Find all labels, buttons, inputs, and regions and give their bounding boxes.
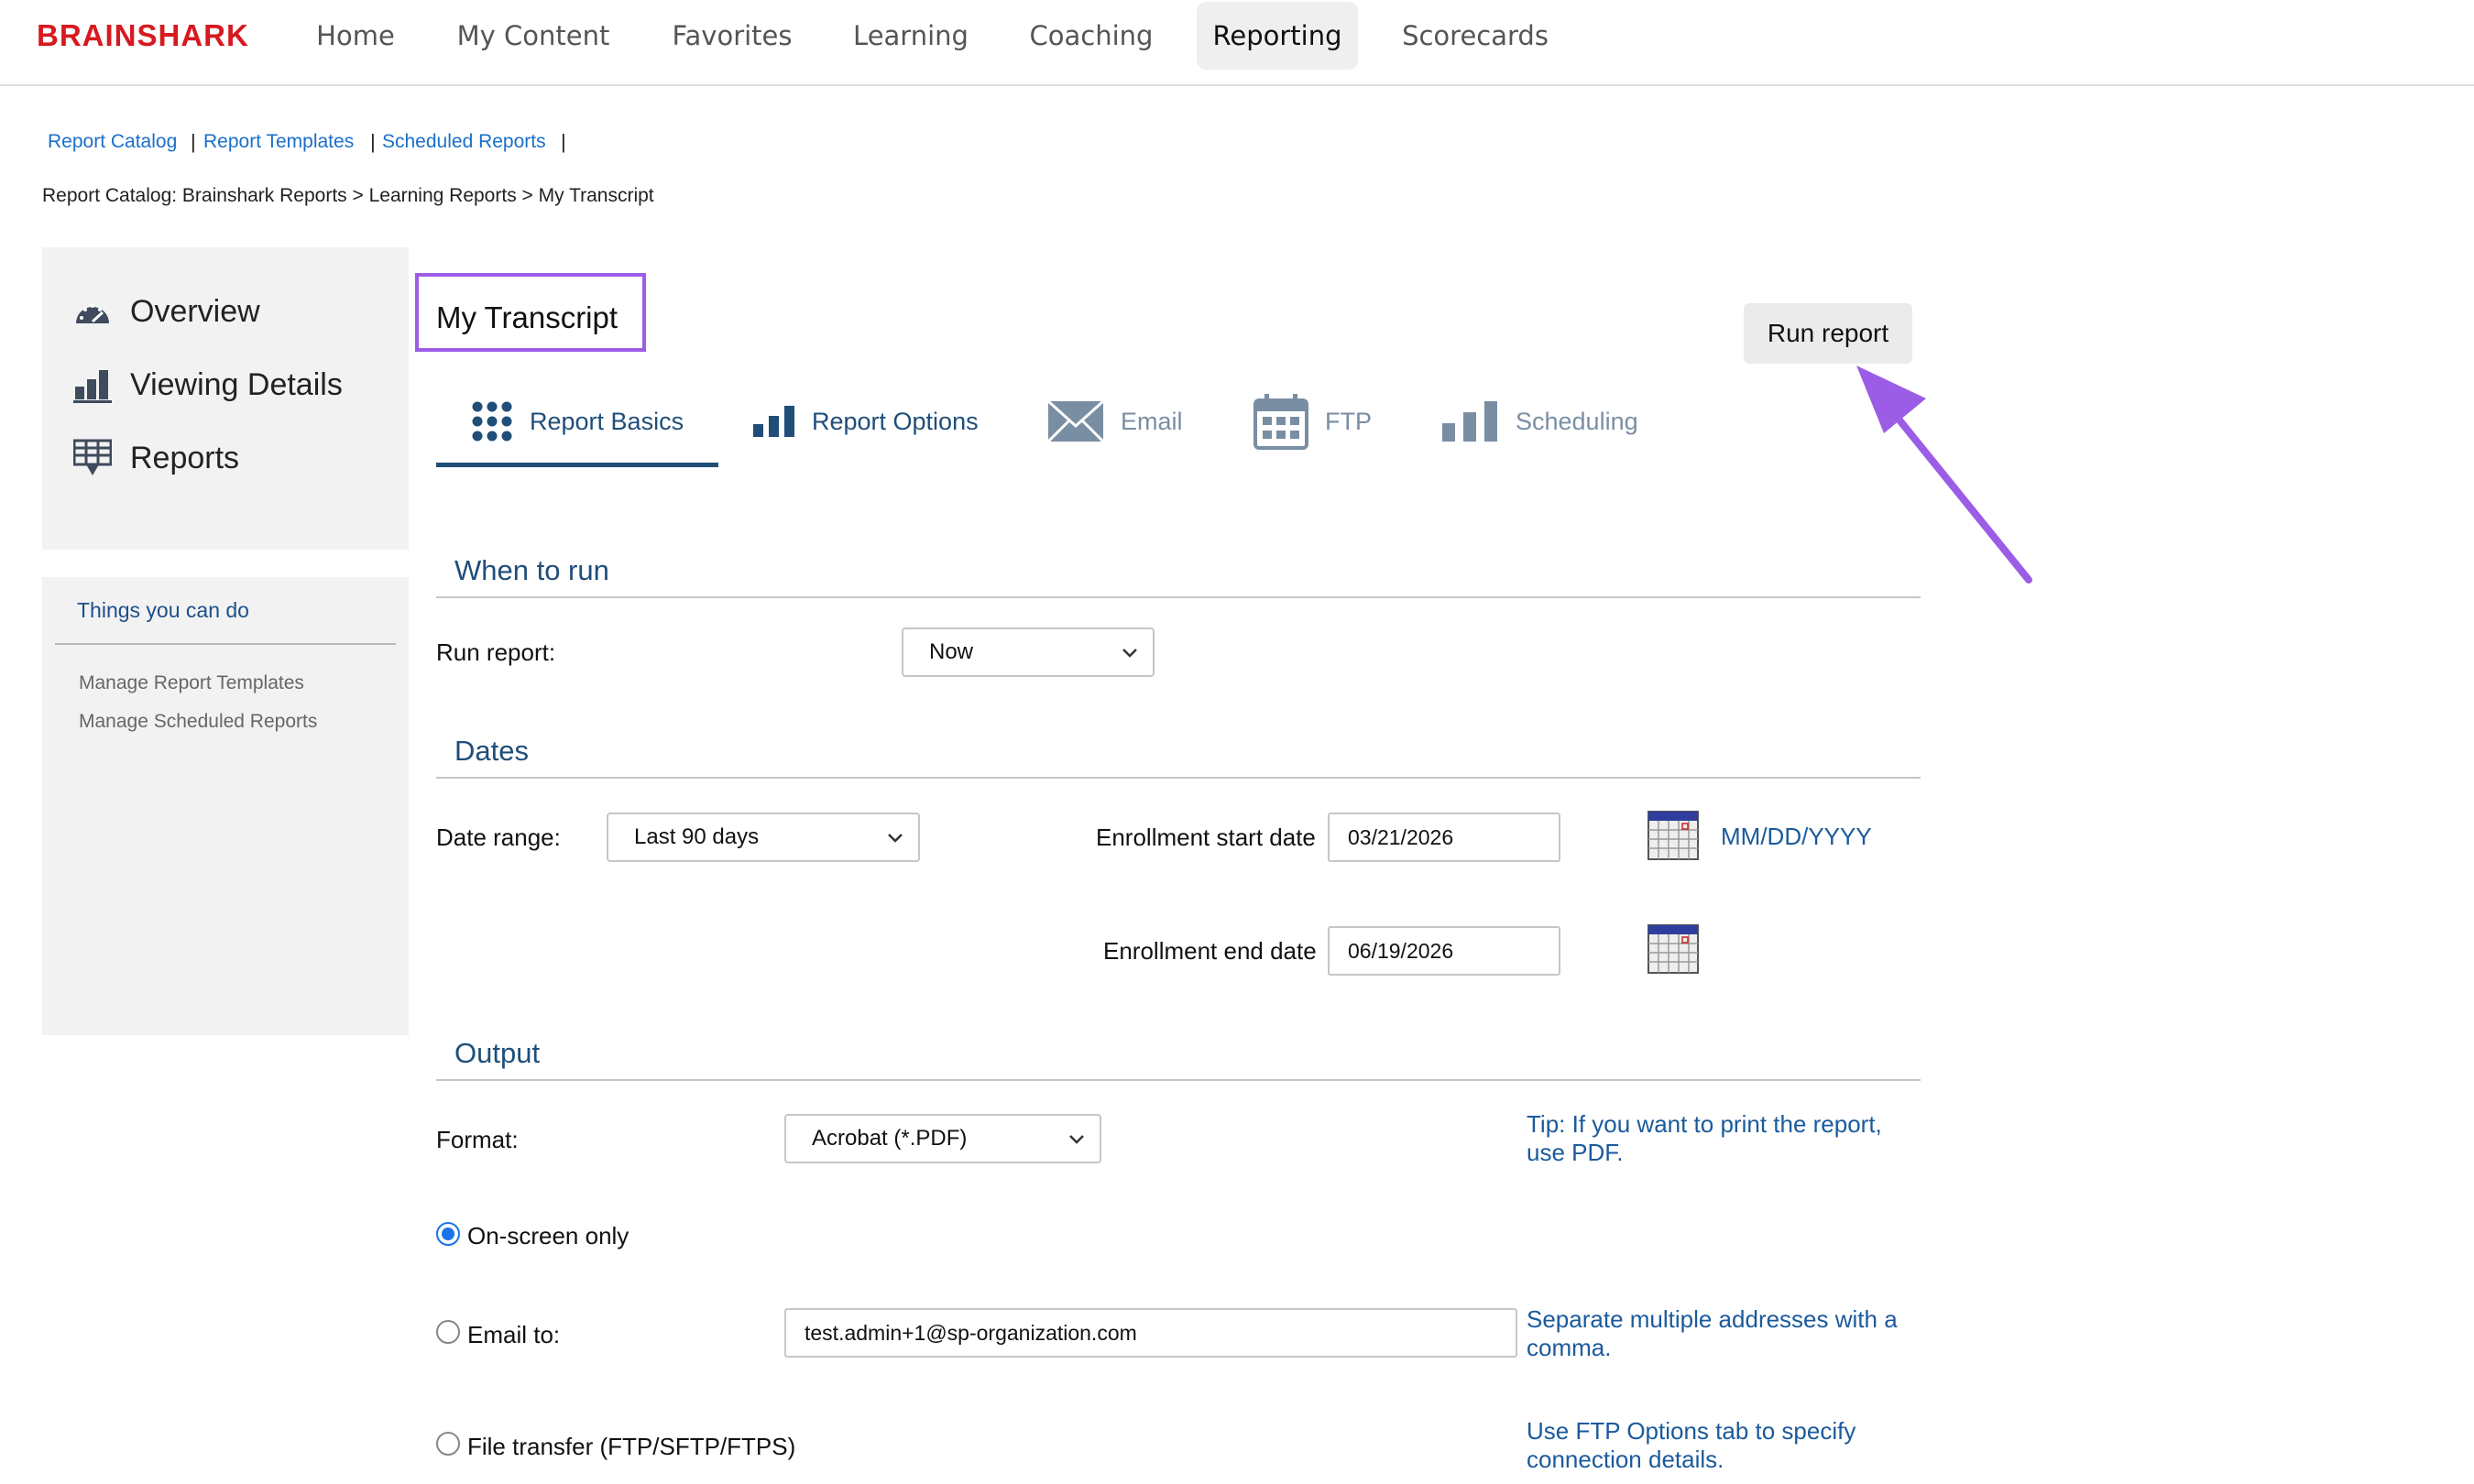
email-hint-line: comma.	[1527, 1334, 1612, 1361]
link-scheduled-reports[interactable]: Scheduled Reports	[382, 131, 546, 153]
date-range-select[interactable]: Last 90 days	[607, 813, 920, 862]
ftp-hint: Use FTP Options tab to specify connectio…	[1527, 1417, 1856, 1474]
run-report-label: Run report:	[436, 638, 556, 666]
email-hint: Separate multiple addresses with a comma…	[1527, 1305, 1898, 1362]
nav-learning[interactable]: Learning	[848, 0, 973, 84]
breadcrumb: Report Catalog: Brainshark Reports > Lea…	[42, 185, 654, 206]
email-to-field[interactable]: test.admin+1@sp-organization.com	[784, 1308, 1517, 1358]
link-manage-report-templates[interactable]: Manage Report Templates	[79, 672, 304, 694]
nav-coaching[interactable]: Coaching	[1026, 0, 1156, 84]
grid-dots-icon	[471, 400, 513, 442]
sidebar-item-reports[interactable]: Reports	[73, 431, 239, 486]
sidebar-item-viewing-details[interactable]: Viewing Details	[73, 357, 343, 412]
nav-scorecards[interactable]: Scorecards	[1402, 0, 1549, 84]
section-title-output: Output	[454, 1037, 541, 1069]
sidebar-item-label: Overview	[130, 293, 260, 329]
section-title-when-to-run: When to run	[454, 554, 609, 586]
format-value: Acrobat (*.PDF)	[812, 1126, 968, 1151]
nav-home[interactable]: Home	[302, 0, 409, 84]
email-to-radio[interactable]	[436, 1320, 460, 1344]
link-report-templates[interactable]: Report Templates	[203, 131, 354, 153]
tab-email[interactable]: Email	[1047, 389, 1183, 453]
section-divider	[436, 596, 1921, 598]
email-hint-line: Separate multiple addresses with a	[1527, 1305, 1898, 1333]
link-separator: |	[191, 130, 196, 153]
tab-ftp[interactable]: FTP	[1253, 389, 1372, 453]
format-label: Format:	[436, 1126, 519, 1153]
bar-chart-icon	[73, 366, 112, 404]
link-separator: |	[370, 130, 376, 153]
brainshark-logo[interactable]: BRAINSHARK	[37, 18, 249, 53]
tab-label: Report Basics	[530, 407, 684, 435]
nav-reporting[interactable]: Reporting	[1197, 2, 1358, 70]
things-you-can-do-title: Things you can do	[77, 598, 249, 622]
enrollment-start-date-label: Enrollment start date	[1096, 824, 1316, 851]
format-select[interactable]: Acrobat (*.PDF)	[784, 1114, 1101, 1163]
sidebar-item-label: Viewing Details	[130, 366, 343, 402]
chevron-down-icon	[1122, 649, 1137, 658]
tab-label: FTP	[1325, 407, 1372, 435]
format-tip-line: Tip: If you want to print the report,	[1527, 1110, 1882, 1138]
annotation-arrow-icon	[1856, 366, 2032, 584]
section-title-dates: Dates	[454, 735, 529, 767]
tab-label: Report Options	[812, 407, 979, 435]
format-tip: Tip: If you want to print the report, us…	[1527, 1110, 1882, 1167]
enrollment-start-date-field[interactable]: 03/21/2026	[1328, 813, 1560, 862]
tab-report-basics[interactable]: Report Basics	[471, 389, 684, 453]
run-report-value: Now	[929, 639, 974, 664]
tab-label: Email	[1121, 407, 1183, 435]
run-report-select[interactable]: Now	[902, 627, 1155, 677]
date-range-label: Date range:	[436, 824, 561, 851]
speedometer-icon	[73, 292, 112, 331]
bar-chart-icon	[753, 406, 795, 437]
nav-favorites[interactable]: Favorites	[665, 0, 799, 84]
section-divider	[436, 1079, 1921, 1081]
sidebar-item-overview[interactable]: Overview	[73, 284, 260, 339]
onscreen-only-radio[interactable]	[436, 1222, 460, 1246]
calendar-grid-icon	[1253, 393, 1308, 450]
tab-label: Scheduling	[1516, 407, 1638, 435]
file-transfer-label: File transfer (FTP/SFTP/FTPS)	[467, 1433, 796, 1460]
ftp-hint-line: connection details.	[1527, 1446, 1724, 1473]
calendar-picker-icon[interactable]	[1648, 811, 1699, 860]
page-title: My Transcript	[436, 300, 618, 334]
link-separator: |	[561, 130, 566, 153]
link-report-catalog[interactable]: Report Catalog	[48, 131, 177, 153]
format-tip-line: use PDF.	[1527, 1139, 1624, 1166]
ftp-hint-line: Use FTP Options tab to specify	[1527, 1417, 1856, 1445]
divider	[55, 643, 396, 645]
calendar-picker-icon[interactable]	[1648, 924, 1699, 974]
report-download-icon	[73, 439, 112, 477]
tab-report-options[interactable]: Report Options	[753, 389, 979, 453]
nav-my-content[interactable]: My Content	[454, 0, 612, 84]
date-range-value: Last 90 days	[634, 824, 760, 849]
envelope-icon	[1047, 400, 1104, 442]
date-format-hint: MM/DD/YYYY	[1721, 823, 1872, 850]
active-tab-indicator	[436, 463, 718, 467]
tab-scheduling[interactable]: Scheduling	[1442, 389, 1638, 453]
things-you-can-do-panel	[42, 577, 409, 1035]
chevron-down-icon	[888, 834, 903, 843]
chevron-down-icon	[1069, 1135, 1084, 1144]
link-manage-scheduled-reports[interactable]: Manage Scheduled Reports	[79, 711, 317, 733]
sidebar-item-label: Reports	[130, 440, 240, 475]
bar-chart-icon	[1442, 401, 1499, 442]
enrollment-end-date-label: Enrollment end date	[1103, 937, 1317, 965]
email-to-label: Email to:	[467, 1321, 561, 1348]
enrollment-end-date-field[interactable]: 06/19/2026	[1328, 926, 1560, 976]
onscreen-only-label: On-screen only	[467, 1222, 629, 1249]
file-transfer-radio[interactable]	[436, 1432, 460, 1456]
section-divider	[436, 777, 1921, 779]
